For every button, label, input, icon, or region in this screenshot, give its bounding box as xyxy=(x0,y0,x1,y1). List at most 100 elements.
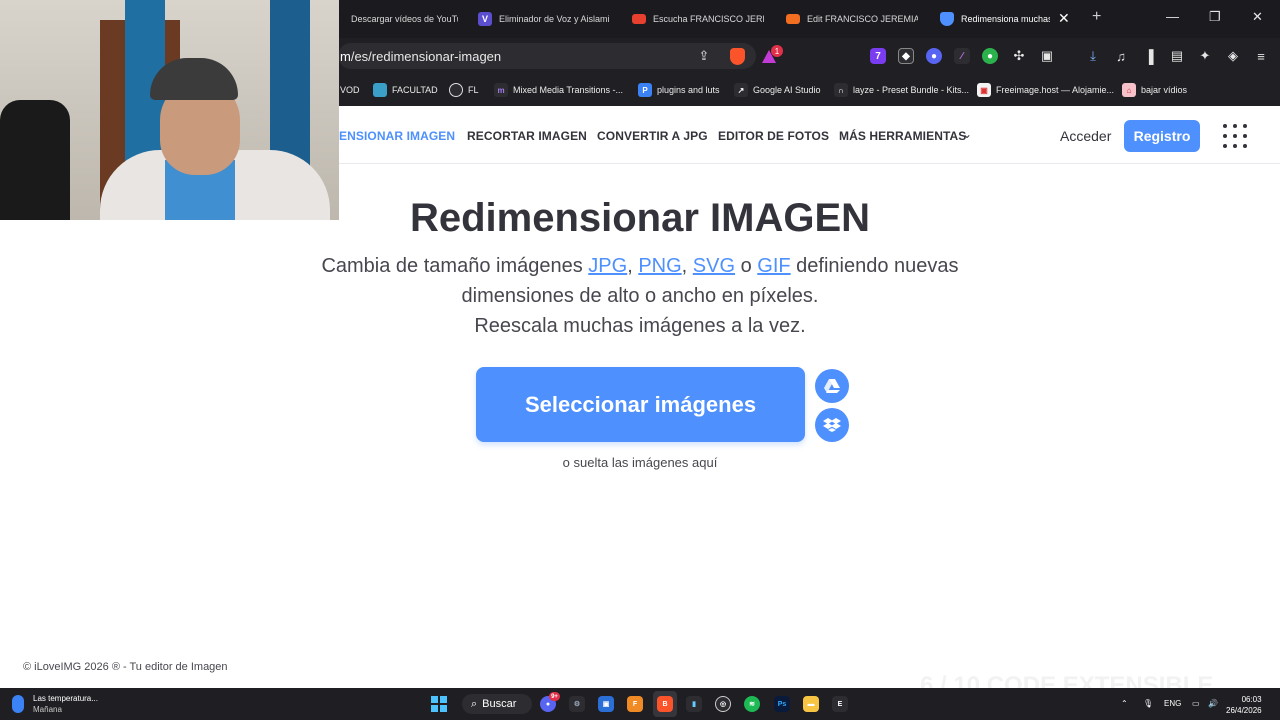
menu-hamburger-icon[interactable]: ≡ xyxy=(1252,47,1270,65)
microphone-icon[interactable]: 🎙 xyxy=(1143,699,1153,708)
nav-crop-image[interactable]: RECORTAR IMAGEN xyxy=(467,129,587,143)
tab-voice-remover[interactable]: V Eliminador de Voz y Aislami xyxy=(478,4,610,34)
bookmark-freeimage[interactable]: ▣ Freeimage.host — Alojamie... xyxy=(977,82,1114,98)
extensions-puzzle-icon[interactable]: ✣ xyxy=(1010,47,1028,65)
thermometer-icon[interactable] xyxy=(12,695,24,713)
tab-soundcloud-listen[interactable]: Escucha FRANCISCO JEREMI xyxy=(632,4,764,34)
globe-icon xyxy=(449,83,463,97)
apps-grid-icon[interactable] xyxy=(1223,124,1247,148)
cloud-icon xyxy=(373,83,387,97)
tab-label: Redimensiona muchas xyxy=(961,14,1050,24)
search-icon: ⌕ xyxy=(471,697,478,710)
tab-iloveimg-resize[interactable]: Redimensiona muchas xyxy=(940,4,1050,34)
image-host-icon: ▣ xyxy=(977,83,991,97)
downloads-icon[interactable]: ⤓ xyxy=(1084,47,1102,65)
nav-more-tools[interactable]: MÁS HERRAMIENTAS xyxy=(839,129,966,143)
taskbar-clock[interactable]: 06:03 26/4/2026 xyxy=(1226,694,1262,716)
tab-label: Eliminador de Voz y Aislami xyxy=(499,14,610,24)
bookmark-fl[interactable]: FL xyxy=(449,82,479,98)
png-link[interactable]: PNG xyxy=(638,255,681,277)
wallet-icon[interactable]: ▤ xyxy=(1168,47,1186,65)
new-tab-plus-icon[interactable]: + xyxy=(1092,8,1101,26)
dropbox-button[interactable] xyxy=(815,408,849,442)
extension-purple-icon[interactable]: 7 xyxy=(870,48,886,64)
taskbar-search[interactable]: ⌕ Buscar xyxy=(462,694,532,714)
brave-taskbar-icon[interactable]: B xyxy=(657,696,673,712)
p-logo-icon: P xyxy=(638,83,652,97)
tab-label: Edit FRANCISCO JEREMIAS xyxy=(807,14,918,24)
photoshop-icon[interactable]: Ps xyxy=(774,696,790,712)
dropbox-icon xyxy=(823,418,841,432)
bookmark-plugins-luts[interactable]: Pplugins and luts xyxy=(638,82,720,98)
voice-remover-favicon: V xyxy=(478,12,492,26)
nav-resize-image[interactable]: ENSIONAR IMAGEN xyxy=(339,129,455,143)
nav-photo-editor[interactable]: EDITOR DE FOTOS xyxy=(718,129,829,143)
house-icon: ⌂ xyxy=(1122,83,1136,97)
jpg-link[interactable]: JPG xyxy=(588,255,627,277)
clock-time: 06:03 xyxy=(1241,695,1262,704)
nav-convert-jpg[interactable]: CONVERTIR A JPG xyxy=(597,129,708,143)
document-app-icon[interactable]: ▮ xyxy=(686,696,702,712)
select-images-button[interactable]: Seleccionar imágenes xyxy=(476,367,805,442)
soundcloud-icon xyxy=(632,14,646,24)
tab-soundcloud-edit[interactable]: Edit FRANCISCO JEREMIAS xyxy=(786,4,918,34)
music-icon[interactable]: ♫ xyxy=(1112,47,1130,65)
bookmark-layze[interactable]: ∩ layze - Preset Bundle - Kits... xyxy=(834,82,969,98)
reading-mode-icon[interactable]: ▣ xyxy=(1038,47,1056,65)
volume-icon[interactable]: 🔊 xyxy=(1208,699,1218,708)
google-drive-button[interactable] xyxy=(815,369,849,403)
heart-icon xyxy=(940,12,954,26)
url-text[interactable]: m/es/redimensionar-imagen xyxy=(340,49,501,64)
file-explorer-icon[interactable]: ▬ xyxy=(803,696,819,712)
share-icon[interactable]: ⇪ xyxy=(695,47,713,65)
bookmark-vod[interactable]: VOD xyxy=(340,82,360,98)
mmt-logo-icon: m xyxy=(494,83,508,97)
extension-discord-icon[interactable]: ● xyxy=(926,48,942,64)
bookmark-mixed-media[interactable]: m Mixed Media Transitions -... xyxy=(494,82,623,98)
tab-label: Escucha FRANCISCO JEREMI xyxy=(653,14,764,24)
tab-youtube-downloader[interactable]: Descargar vídeos de YouTub xyxy=(330,4,458,34)
bookmark-bajar-videos[interactable]: ⌂ bajar vídios xyxy=(1122,82,1187,98)
close-window-icon[interactable]: ✕ xyxy=(1252,9,1263,25)
webcam-overlay xyxy=(0,0,339,220)
extension-green-icon[interactable]: ● xyxy=(982,48,998,64)
fl-studio-icon[interactable]: F xyxy=(627,696,643,712)
network-icon[interactable]: ▭ xyxy=(1192,699,1200,708)
clock-date: 26/4/2026 xyxy=(1226,706,1262,715)
rewards-badge: 1 xyxy=(771,45,783,57)
tab-label: Descargar vídeos de YouTub xyxy=(351,14,458,24)
obs-icon[interactable]: ◎ xyxy=(715,696,731,712)
leo-ai-icon[interactable]: ✦ xyxy=(1196,47,1214,65)
restore-window-icon[interactable]: ❐ xyxy=(1209,9,1221,25)
svg-link[interactable]: SVG xyxy=(693,255,735,277)
epic-games-icon[interactable]: E xyxy=(832,696,848,712)
tray-overflow-icon[interactable]: ⌃ xyxy=(1121,699,1128,708)
windows-start-icon[interactable] xyxy=(431,696,447,712)
weather-title[interactable]: Las temperatura... xyxy=(33,694,98,703)
extension-feather-icon[interactable]: ∕ xyxy=(954,48,970,64)
gif-link[interactable]: GIF xyxy=(757,255,790,277)
bookmark-google-ai-studio[interactable]: ↗ Google AI Studio xyxy=(734,82,821,98)
login-link[interactable]: Acceder xyxy=(1060,128,1111,144)
discord-badge: 9+ xyxy=(549,692,560,701)
footer-copyright: © iLoveIMG 2026 ® - Tu editor de Imagen xyxy=(23,661,228,673)
close-tab-icon[interactable]: ✕ xyxy=(1058,10,1070,27)
language-indicator[interactable]: ENG xyxy=(1164,699,1181,708)
spotify-icon[interactable]: ≋ xyxy=(744,696,760,712)
external-link-icon: ↗ xyxy=(734,83,748,97)
chevron-down-icon[interactable]: ⌄ xyxy=(962,127,972,141)
window-app-icon[interactable]: ▣ xyxy=(598,696,614,712)
register-button[interactable]: Registro xyxy=(1124,120,1200,152)
video-overlay-text: 6 / 10 CODE EXTENSIBLE xyxy=(920,672,1214,688)
sidebar-icon[interactable]: ▐ xyxy=(1140,47,1158,65)
vpn-shield-icon[interactable]: ◈ xyxy=(1224,47,1242,65)
bookmark-facultad[interactable]: FACULTAD xyxy=(373,82,438,98)
headphones-icon: ∩ xyxy=(834,83,848,97)
weather-subtitle[interactable]: Mañana xyxy=(33,705,62,714)
minimize-window-icon[interactable]: — xyxy=(1166,9,1179,24)
brave-shields-icon[interactable] xyxy=(730,48,745,65)
page-description: Cambia de tamaño imágenes JPG, PNG, SVG … xyxy=(321,255,959,337)
settings-gear-icon[interactable]: ⚙ xyxy=(569,696,585,712)
drop-hint: o suelta las imágenes aquí xyxy=(562,455,718,470)
extension-diamond-icon[interactable]: ◆ xyxy=(898,48,914,64)
